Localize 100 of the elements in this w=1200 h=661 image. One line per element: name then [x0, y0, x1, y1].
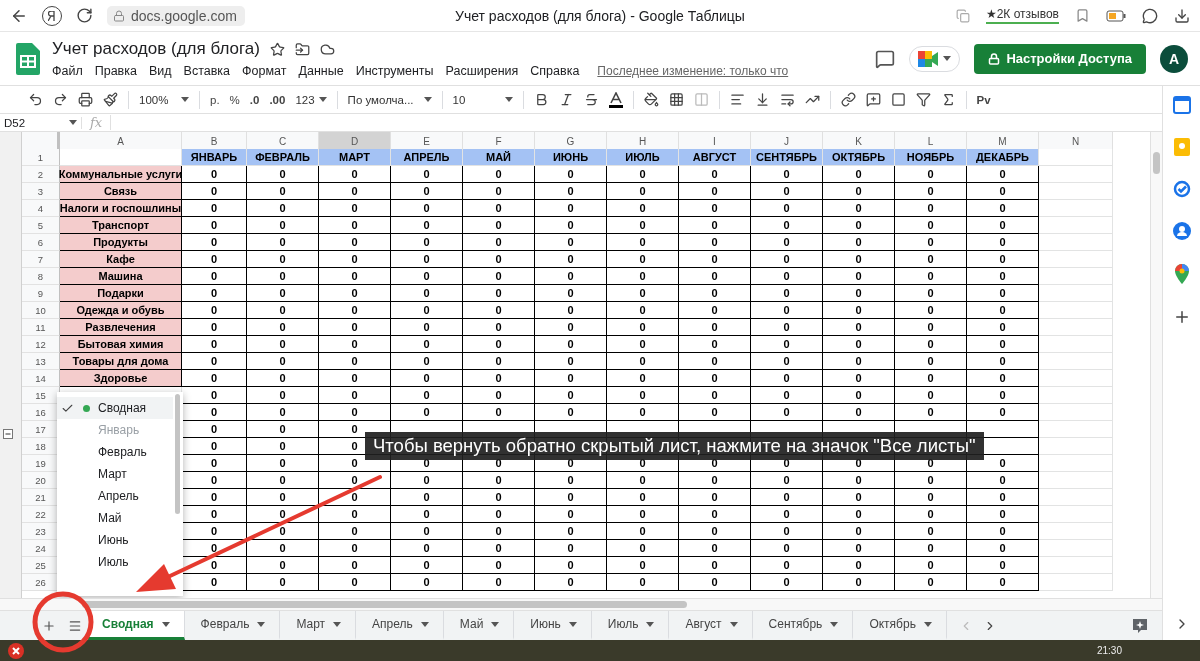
column-header[interactable]: L	[895, 132, 967, 152]
row-number: 2	[22, 166, 60, 183]
formula-label: fx	[82, 115, 112, 130]
column-header[interactable]: G	[535, 132, 607, 152]
increase-decimals-button[interactable]: .00	[269, 93, 286, 106]
font-dropdown[interactable]: По умолча...	[347, 93, 432, 106]
menu-item[interactable]: Формат	[242, 64, 287, 78]
menu-item[interactable]: Расширения	[445, 64, 519, 78]
addon-button[interactable]: Pv	[976, 93, 991, 106]
table-cell: 0	[895, 234, 967, 251]
table-cell: 0	[679, 523, 751, 540]
column-header[interactable]: D	[319, 132, 391, 152]
table-cell: 0	[823, 234, 895, 251]
document-title[interactable]: Учет расходов (для блога)	[52, 39, 260, 59]
table-cell: 0	[679, 404, 751, 421]
table-cell: 0	[182, 472, 247, 489]
sheet-menu-item[interactable]: Апрель	[57, 485, 173, 507]
table-cell: 0	[535, 404, 607, 421]
column-header[interactable]: F	[463, 132, 535, 152]
sheet-tab[interactable]: Сводная	[88, 611, 185, 640]
table-cell: 0	[823, 353, 895, 370]
table-cell: 0	[182, 251, 247, 268]
menu-item[interactable]: Инструменты	[355, 64, 434, 78]
currency-button[interactable]: р.	[210, 93, 220, 106]
sheet-menu-item[interactable]: Июль	[57, 551, 173, 573]
address-field[interactable]: docs.google.com	[107, 5, 245, 26]
column-header[interactable]: C	[247, 132, 319, 152]
menu-item[interactable]: Файл	[52, 64, 83, 78]
table-cell: 0	[895, 302, 967, 319]
table-cell: 0	[247, 234, 319, 251]
table-cell: 0	[607, 557, 679, 574]
column-header[interactable]: J	[751, 132, 823, 152]
category-cell: Бытовая химия	[60, 336, 182, 353]
table-cell: 0	[182, 574, 247, 591]
table-cell: 0	[679, 200, 751, 217]
menu-item[interactable]: Данные	[298, 64, 344, 78]
category-cell: Развлечения	[60, 319, 182, 336]
table-cell: 0	[823, 370, 895, 387]
font-size-dropdown[interactable]: 10	[452, 93, 513, 106]
table-cell: 0	[895, 540, 967, 557]
reviews-link[interactable]: ★2К отзывов	[985, 7, 1059, 24]
column-header[interactable]: M	[967, 132, 1039, 152]
table-cell: 0	[182, 523, 247, 540]
table-cell: 0	[247, 574, 319, 591]
column-header[interactable]: K	[823, 132, 895, 152]
table-cell: 0	[607, 285, 679, 302]
column-header[interactable]: B	[182, 132, 247, 152]
column-header[interactable]: I	[679, 132, 751, 152]
table-cell: 0	[463, 251, 535, 268]
number-format-dropdown[interactable]: 123	[295, 93, 327, 106]
table-cell: 0	[535, 268, 607, 285]
table-cell: 0	[319, 557, 391, 574]
last-edit-link[interactable]: Последнее изменение: только что	[597, 64, 789, 78]
table-cell: 0	[607, 183, 679, 200]
table-cell: 0	[391, 285, 463, 302]
table-cell: 0	[247, 217, 319, 234]
table-cell: 0	[535, 302, 607, 319]
table-cell: 0	[463, 523, 535, 540]
table-cell: 0	[182, 404, 247, 421]
sheet-menu-item[interactable]: Февраль	[57, 441, 173, 463]
row-number: 25	[22, 557, 60, 574]
avatar[interactable]: A	[1160, 44, 1188, 73]
column-header[interactable]: N	[1039, 132, 1113, 152]
menu-item[interactable]: Справка	[530, 64, 580, 78]
menu-item[interactable]: Вставка	[183, 64, 231, 78]
zoom-dropdown[interactable]: 100%	[139, 93, 189, 106]
month-header: ДЕКАБРЬ	[967, 149, 1039, 166]
decrease-decimals-button[interactable]: .0	[249, 93, 260, 106]
column-header[interactable]: H	[607, 132, 679, 152]
column-header[interactable]: E	[391, 132, 463, 152]
table-cell: 0	[463, 540, 535, 557]
table-cell: 0	[823, 251, 895, 268]
table-cell: 0	[463, 166, 535, 183]
table-cell: 0	[607, 472, 679, 489]
name-box[interactable]: D52	[0, 116, 82, 129]
table-cell: 0	[895, 166, 967, 183]
table-cell: 0	[463, 370, 535, 387]
table-cell: 0	[967, 404, 1039, 421]
table-cell: 0	[895, 183, 967, 200]
table-cell: 0	[679, 336, 751, 353]
share-button[interactable]: Настройки Доступа	[974, 43, 1146, 74]
table-cell: 0	[463, 268, 535, 285]
table-cell: 0	[463, 387, 535, 404]
table-cell: 0	[319, 285, 391, 302]
sheet-menu-item[interactable]: Июнь	[57, 529, 173, 551]
table-cell: 0	[182, 166, 247, 183]
table-cell: 0	[391, 268, 463, 285]
percent-button[interactable]: %	[229, 93, 240, 106]
column-header[interactable]: A	[60, 132, 182, 152]
sheet-menu-item[interactable]: Май	[57, 507, 173, 529]
table-cell: 0	[391, 166, 463, 183]
menu-item[interactable]: Правка	[94, 64, 137, 78]
table-cell: 0	[895, 319, 967, 336]
menu-item[interactable]: Вид	[148, 64, 172, 78]
table-cell: 0	[751, 574, 823, 591]
sheet-menu-item[interactable]: Март	[57, 463, 173, 485]
sheet-menu-item[interactable]: Сводная	[57, 397, 173, 419]
month-header: АПРЕЛЬ	[391, 149, 463, 166]
table-cell: 0	[319, 183, 391, 200]
table-cell: 0	[823, 574, 895, 591]
